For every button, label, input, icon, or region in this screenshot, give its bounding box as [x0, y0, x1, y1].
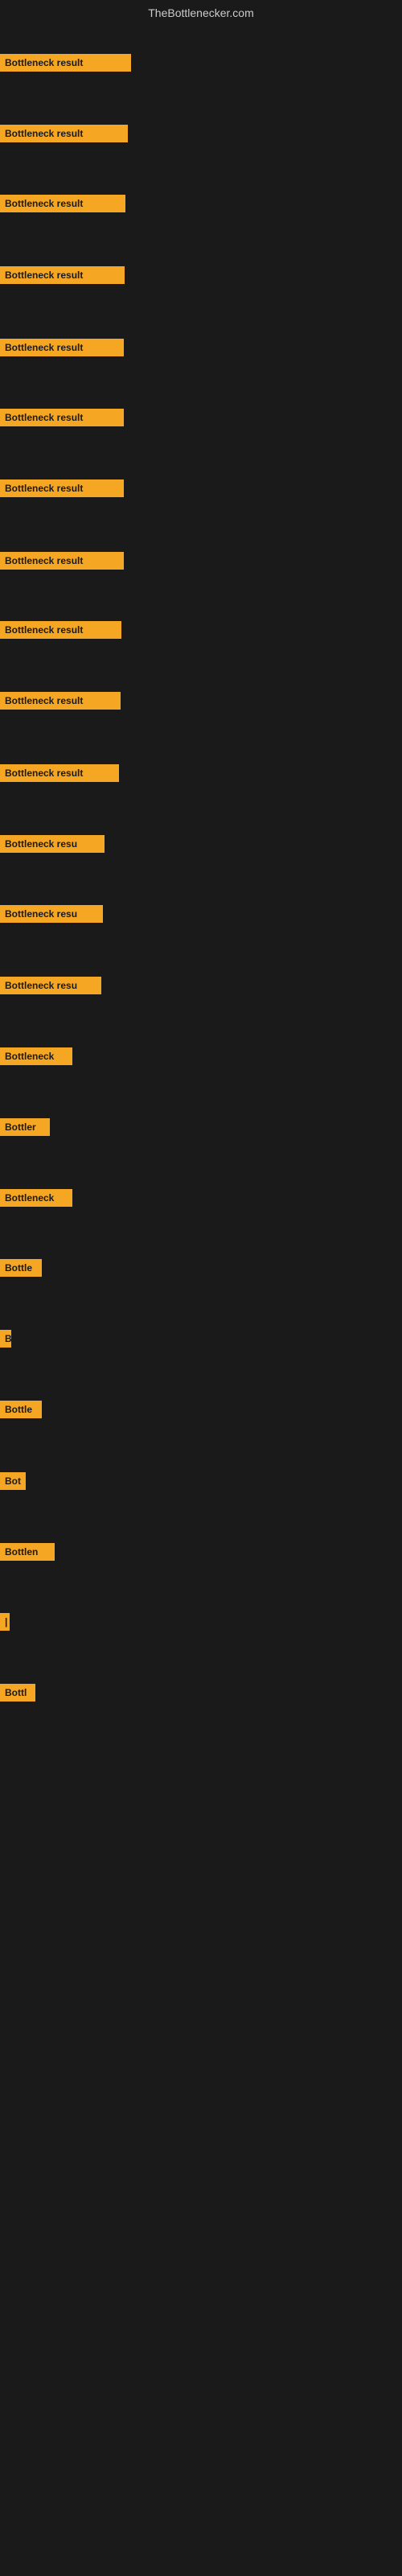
- site-header: TheBottlenecker.com: [0, 0, 402, 26]
- bar-row-6: Bottleneck result: [0, 402, 402, 433]
- bottleneck-bar-15: Bottleneck: [0, 1047, 72, 1065]
- bottleneck-bar-19: B: [0, 1330, 11, 1348]
- bottleneck-bar-13: Bottleneck resu: [0, 905, 103, 923]
- bottleneck-bar-20: Bottle: [0, 1401, 42, 1418]
- bar-row-2: Bottleneck result: [0, 118, 402, 149]
- bar-row-12: Bottleneck resu: [0, 829, 402, 859]
- bars-container: Bottleneck result Bottleneck result Bottle…: [0, 26, 402, 2576]
- bottleneck-bar-1: Bottleneck result: [0, 54, 131, 72]
- bottleneck-bar-12: Bottleneck resu: [0, 835, 105, 853]
- bottleneck-bar-5: Bottleneck result: [0, 339, 124, 356]
- bar-row-16: Bottler: [0, 1112, 402, 1142]
- bottleneck-bar-11: Bottleneck result: [0, 764, 119, 782]
- bar-row-15: Bottleneck: [0, 1041, 402, 1072]
- bottleneck-bar-14: Bottleneck resu: [0, 977, 101, 994]
- bar-row-20: Bottle: [0, 1394, 402, 1425]
- bottleneck-bar-8: Bottleneck result: [0, 552, 124, 570]
- bottleneck-bar-9: Bottleneck result: [0, 621, 121, 639]
- bar-row-13: Bottleneck resu: [0, 899, 402, 929]
- bar-row-24: Bottl: [0, 1677, 402, 1708]
- bottleneck-bar-22: Bottlen: [0, 1543, 55, 1561]
- bar-row-3: Bottleneck result: [0, 188, 402, 219]
- bottleneck-bar-6: Bottleneck result: [0, 409, 124, 426]
- bar-row-4: Bottleneck result: [0, 260, 402, 290]
- site-title: TheBottlenecker.com: [0, 0, 402, 26]
- bar-row-21: Bot: [0, 1466, 402, 1496]
- bar-row-10: Bottleneck result: [0, 685, 402, 716]
- bar-row-19: B: [0, 1323, 402, 1354]
- bottleneck-bar-23: |: [0, 1613, 10, 1631]
- bar-row-18: Bottle: [0, 1253, 402, 1283]
- bottleneck-bar-2: Bottleneck result: [0, 125, 128, 142]
- bar-row-11: Bottleneck result: [0, 758, 402, 788]
- bottleneck-bar-3: Bottleneck result: [0, 195, 125, 212]
- bottleneck-bar-17: Bottleneck: [0, 1189, 72, 1207]
- bar-row-7: Bottleneck result: [0, 473, 402, 504]
- bottleneck-bar-10: Bottleneck result: [0, 692, 121, 710]
- bar-row-23: |: [0, 1607, 402, 1637]
- bar-row-14: Bottleneck resu: [0, 970, 402, 1001]
- bar-row-17: Bottleneck: [0, 1183, 402, 1213]
- bar-row-8: Bottleneck result: [0, 545, 402, 576]
- bottleneck-bar-24: Bottl: [0, 1684, 35, 1702]
- bottleneck-bar-7: Bottleneck result: [0, 479, 124, 497]
- bar-row-22: Bottlen: [0, 1537, 402, 1567]
- bottleneck-bar-16: Bottler: [0, 1118, 50, 1136]
- bottleneck-bar-18: Bottle: [0, 1259, 42, 1277]
- bottleneck-bar-21: Bot: [0, 1472, 26, 1490]
- bar-row-5: Bottleneck result: [0, 332, 402, 363]
- bar-row-9: Bottleneck result: [0, 615, 402, 645]
- bottleneck-bar-4: Bottleneck result: [0, 266, 125, 284]
- bar-row-1: Bottleneck result: [0, 47, 402, 78]
